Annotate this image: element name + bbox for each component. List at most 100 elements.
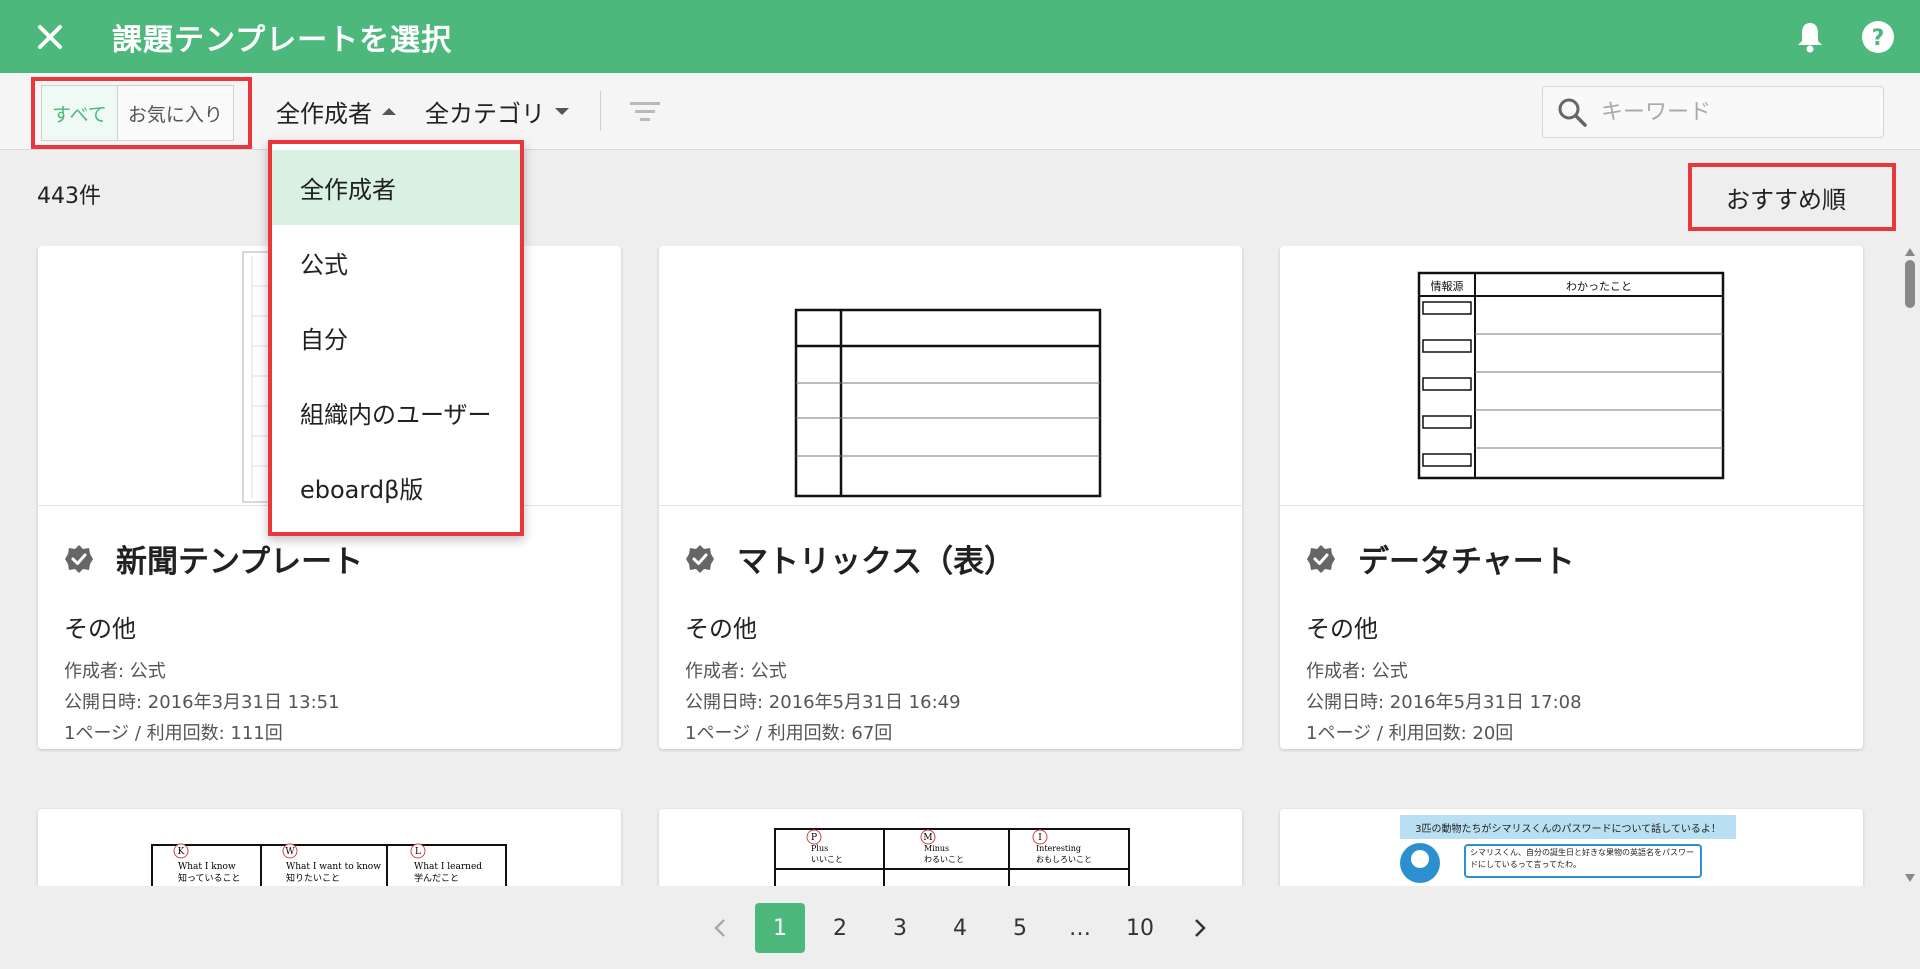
help-button[interactable]: ? (1860, 19, 1896, 55)
scrollbar-thumb[interactable] (1905, 260, 1915, 308)
header-actions: ? (1792, 0, 1896, 73)
card-published: 公開日時: 2016年5月31日 16:49 (685, 692, 961, 713)
pmi-jp-p: いいこと (811, 855, 843, 864)
menu-item-official[interactable]: 公式 (272, 225, 520, 300)
close-button[interactable] (0, 0, 100, 73)
category-filter-dropdown[interactable]: 全カテゴリ (425, 73, 569, 150)
kwl-jp-w: 知りたいこと (286, 872, 340, 884)
pmi-en-m: Minus (924, 844, 949, 853)
scroll-up-arrow-icon[interactable] (1905, 248, 1915, 256)
card-published: 公開日時: 2016年3月31日 13:51 (64, 692, 340, 713)
pmi-jp-m: わるいこと (924, 855, 964, 864)
card-thumbnail: 情報源 わかったこと (1280, 246, 1863, 506)
segment-favorites[interactable]: お気に入り (118, 86, 233, 140)
kwl-letter-k: K (178, 847, 185, 857)
kwl-letter-w: W (285, 847, 295, 857)
card-title: マトリックス（表） (737, 544, 1016, 580)
password-thumb-bubble: シマリスくん、自分の誕生日と好きな果物の英語名をパスワードにしているって言ってた… (1470, 848, 1694, 869)
page-2[interactable]: 2 (815, 903, 865, 953)
search-box (1542, 86, 1884, 138)
kwl-en-k: What I know (178, 862, 236, 872)
kwl-thumbnail: K What I know 知っていること W What I want to k… (151, 843, 507, 886)
card-category: その他 (1306, 615, 1378, 643)
sort-label: おすすめ順 (1726, 185, 1846, 214)
datachart-thumbnail: 情報源 わかったこと (1417, 271, 1725, 480)
view-toggle-highlight: すべて お気に入り (31, 77, 252, 149)
creator-filter-menu: 全作成者 公式 自分 組織内のユーザー eboardβ版 (268, 140, 524, 536)
page-10[interactable]: 10 (1115, 903, 1165, 953)
card-meta: 作成者: 公式 公開日時: 2016年3月31日 13:51 1ページ / 利用… (64, 656, 595, 749)
page-4[interactable]: 4 (935, 903, 985, 953)
card-thumbnail (659, 246, 1242, 506)
segment-all[interactable]: すべて (42, 86, 118, 140)
template-card-datachart[interactable]: 情報源 わかったこと データチャート その他 作成者: 公式 公開日時: 201… (1280, 246, 1863, 749)
template-card-matrix[interactable]: マトリックス（表） その他 作成者: 公式 公開日時: 2016年5月31日 1… (659, 246, 1242, 749)
card-meta: 作成者: 公式 公開日時: 2016年5月31日 16:49 1ページ / 利用… (685, 656, 1216, 749)
svg-text:?: ? (1872, 26, 1885, 51)
card-title: データチャート (1358, 544, 1575, 580)
category-filter-label: 全カテゴリ (425, 100, 545, 128)
vertical-scrollbar[interactable] (1902, 246, 1918, 884)
page-3[interactable]: 3 (875, 903, 925, 953)
page-1[interactable]: 1 (755, 903, 805, 953)
kwl-letter-l: L (415, 847, 421, 857)
search-input[interactable] (1601, 99, 1871, 125)
caret-down-icon (555, 108, 569, 115)
pmi-en-p: Plus (811, 844, 828, 853)
kwl-en-w: What I want to know (286, 862, 381, 872)
filter-toolbar: すべて お気に入り 全作成者 全カテゴリ (0, 73, 1920, 150)
notification-button[interactable] (1792, 19, 1828, 55)
creator-filter-label: 全作成者 (276, 100, 372, 128)
page-5[interactable]: 5 (995, 903, 1045, 953)
search-icon (1558, 98, 1587, 127)
sort-dropdown[interactable]: おすすめ順 (1688, 163, 1896, 231)
page-title: 課題テンプレートを選択 (112, 22, 453, 58)
menu-item-org-users[interactable]: 組織内のユーザー (272, 375, 520, 450)
template-card-kwl[interactable]: K What I know 知っていること W What I want to k… (38, 809, 621, 886)
datachart-header-source: 情報源 (1431, 279, 1464, 293)
card-author: 作成者: 公式 (1306, 661, 1408, 682)
view-toggle: すべて お気に入り (41, 85, 234, 141)
menu-item-self[interactable]: 自分 (272, 300, 520, 375)
menu-item-all-creators[interactable]: 全作成者 (272, 150, 520, 225)
page-ellipsis: … (1069, 915, 1091, 941)
pmi-letter-m: M (923, 833, 932, 843)
prev-page-button[interactable] (695, 903, 745, 953)
card-usage: 1ページ / 利用回数: 111回 (64, 723, 283, 744)
help-icon: ? (1862, 20, 1894, 53)
caret-up-icon (382, 108, 396, 115)
template-card-password[interactable]: 3匹の動物たちがシマリスくんのパスワードについて話しているよ！ シマリスくん、自… (1280, 809, 1863, 886)
card-category: その他 (685, 615, 757, 643)
kwl-jp-l: 学んだこと (414, 872, 459, 884)
card-meta: 作成者: 公式 公開日時: 2016年5月31日 17:08 1ページ / 利用… (1306, 656, 1837, 749)
pmi-thumbnail: P Plus いいこと M Minus わるいこと I Interesting … (774, 828, 1130, 886)
filter-icon (630, 102, 660, 121)
bell-icon (1798, 22, 1822, 52)
password-thumbnail: 3匹の動物たちがシマリスくんのパスワードについて話しているよ！ シマリスくん、自… (1400, 815, 1736, 883)
card-title: 新聞テンプレート (116, 544, 364, 580)
card-author: 作成者: 公式 (64, 661, 166, 682)
pagination: 1 2 3 4 5 … 10 (0, 900, 1920, 956)
kwl-en-l: What I learned (414, 862, 482, 872)
card-usage: 1ページ / 利用回数: 67回 (685, 723, 893, 744)
password-thumb-title: 3匹の動物たちがシマリスくんのパスワードについて話しているよ！ (1415, 822, 1721, 835)
result-count: 443件 (37, 184, 101, 209)
creator-filter-dropdown[interactable]: 全作成者 (276, 73, 396, 150)
chevron-left-icon (714, 919, 725, 937)
close-icon (38, 24, 62, 49)
template-card-pmi[interactable]: P Plus いいこと M Minus わるいこと I Interesting … (659, 809, 1242, 886)
card-category: その他 (64, 615, 136, 643)
menu-item-eboard-beta[interactable]: eboardβ版 (272, 450, 520, 525)
filter-button[interactable] (628, 97, 662, 127)
verified-badge-icon (1307, 544, 1335, 573)
verified-badge-icon (686, 544, 714, 573)
card-author: 作成者: 公式 (685, 661, 787, 682)
scroll-down-arrow-icon[interactable] (1905, 874, 1915, 882)
app-header: 課題テンプレートを選択 ? (0, 0, 1920, 73)
pmi-jp-i: おもしろいこと (1036, 855, 1092, 864)
chevron-right-icon (1195, 919, 1206, 937)
card-published: 公開日時: 2016年5月31日 17:08 (1306, 692, 1582, 713)
next-page-button[interactable] (1175, 903, 1225, 953)
verified-badge-icon (65, 544, 93, 573)
toolbar-divider (600, 91, 601, 131)
